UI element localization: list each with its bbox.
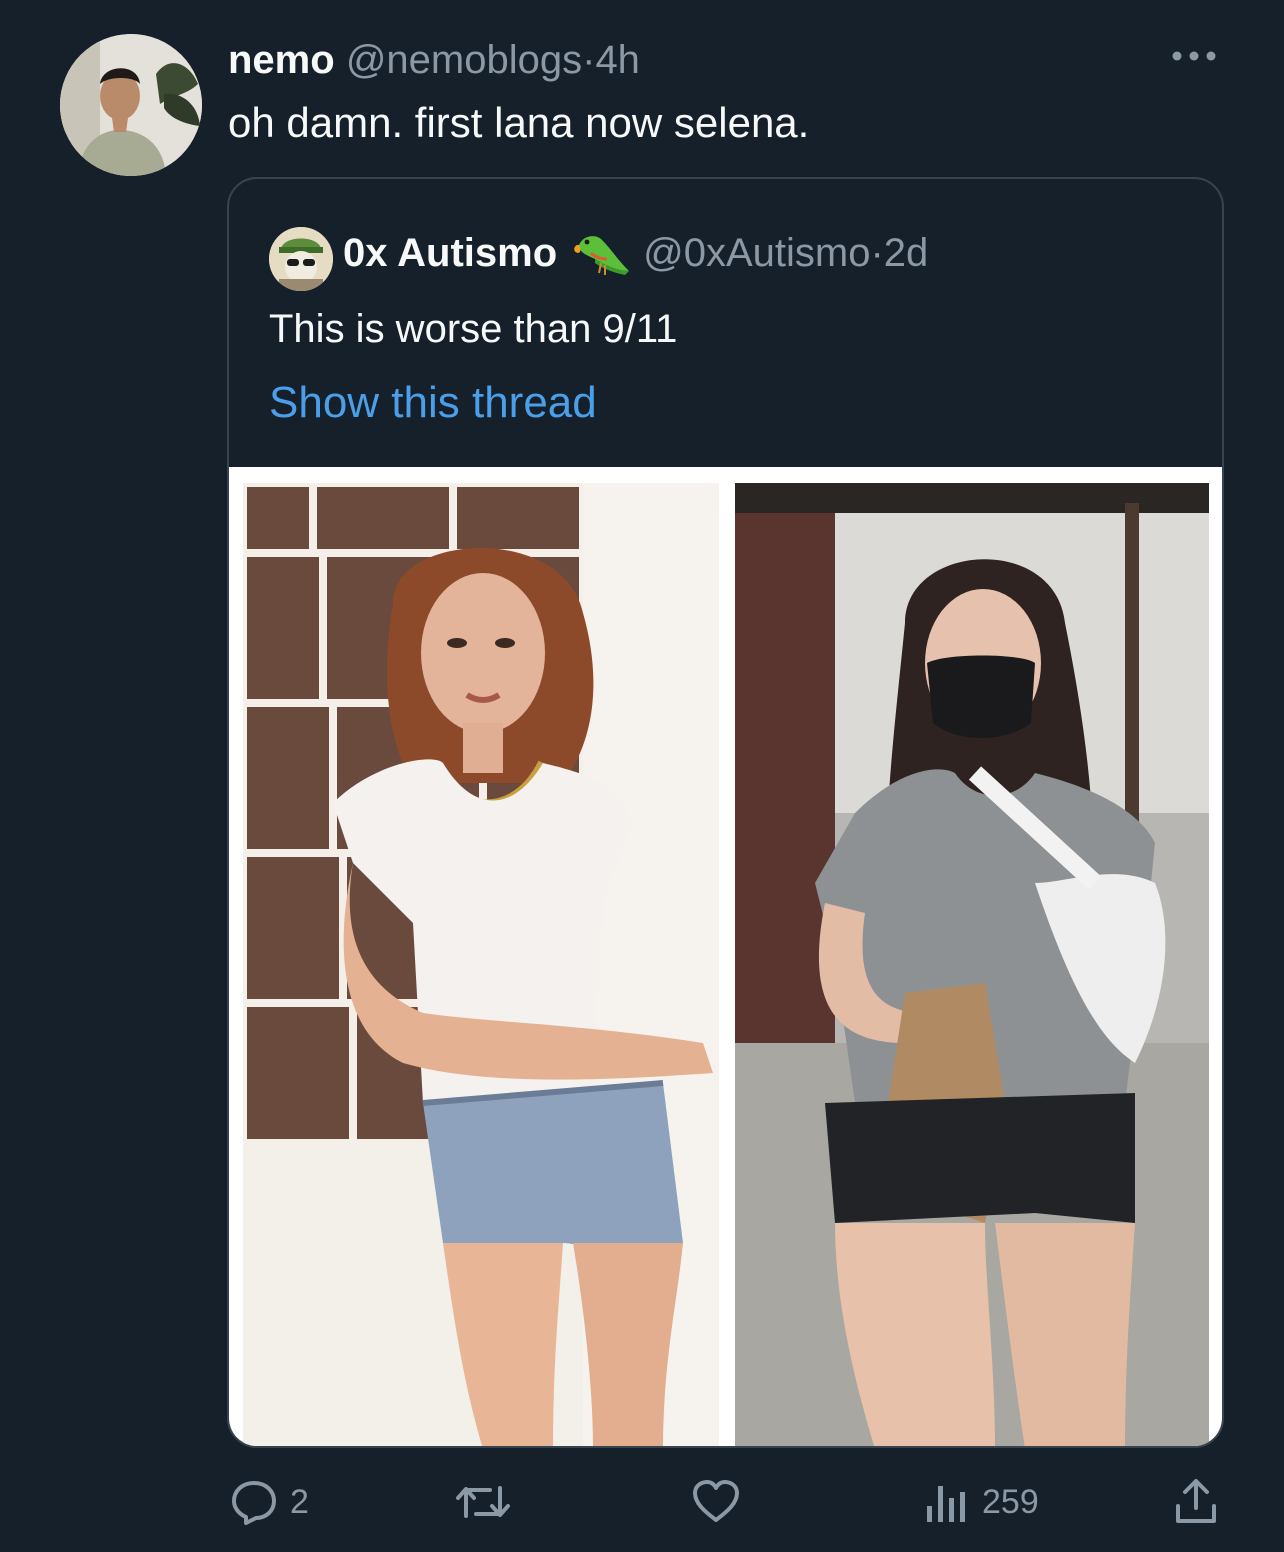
author-display-name[interactable]: nemo (228, 38, 335, 82)
header-separator: · (582, 38, 596, 82)
quoted-tweet-header: 0x Autismo @0xAutismo·2d (343, 229, 928, 279)
tweet-timestamp[interactable]: 4h (595, 38, 640, 82)
reply-button[interactable]: 2 (228, 1472, 309, 1532)
tweet-text: oh damn. first lana now selena. (228, 99, 810, 146)
heart-icon (693, 1480, 739, 1522)
tweet[interactable]: nemo @nemoblogs·4h oh damn. first lana n… (0, 0, 1284, 1552)
quoted-author-handle[interactable]: @0xAutismo (643, 231, 870, 275)
media-photo-left[interactable] (243, 483, 719, 1446)
analytics-bar-chart-icon (927, 1486, 965, 1522)
tweet-header: nemo @nemoblogs·4h (228, 36, 640, 84)
share-upload-icon (1176, 1479, 1216, 1523)
quoted-tweet-timestamp[interactable]: 2d (884, 231, 929, 275)
reply-icon (232, 1481, 276, 1525)
quoted-tweet-card[interactable]: 0x Autismo @0xAutismo·2d This is worse t… (227, 177, 1224, 1448)
media-photo-right[interactable] (735, 483, 1209, 1446)
photo-woman-white-tee-denim-shorts (243, 483, 719, 1446)
views-count: 259 (982, 1482, 1039, 1521)
retweet-icon (456, 1486, 510, 1518)
quoted-author-avatar[interactable] (269, 227, 333, 291)
parrot-emoji-icon (571, 231, 633, 279)
share-button[interactable] (1170, 1472, 1222, 1532)
quoted-header-separator: · (870, 231, 884, 275)
quoted-tweet-media[interactable] (229, 467, 1222, 1446)
photo-woman-face-mask-gray-tee-arm-sling (735, 483, 1209, 1446)
views-button[interactable]: 259 (922, 1472, 1039, 1532)
quoted-author-display-name[interactable]: 0x Autismo (343, 231, 557, 275)
user-avatar-icon (269, 227, 333, 291)
more-options-button[interactable] (1168, 42, 1220, 70)
retweet-button[interactable] (454, 1472, 522, 1532)
show-thread-link[interactable]: Show this thread (269, 377, 597, 429)
more-horizontal-icon (1172, 51, 1216, 61)
quoted-tweet-text: This is worse than 9/11 (269, 307, 678, 351)
reply-count: 2 (290, 1482, 309, 1521)
tweet-action-bar: 2 259 (0, 1472, 1284, 1532)
user-avatar-icon (60, 34, 202, 176)
author-avatar[interactable] (60, 34, 202, 176)
like-button[interactable] (690, 1472, 752, 1532)
author-handle[interactable]: @nemoblogs (346, 38, 582, 82)
